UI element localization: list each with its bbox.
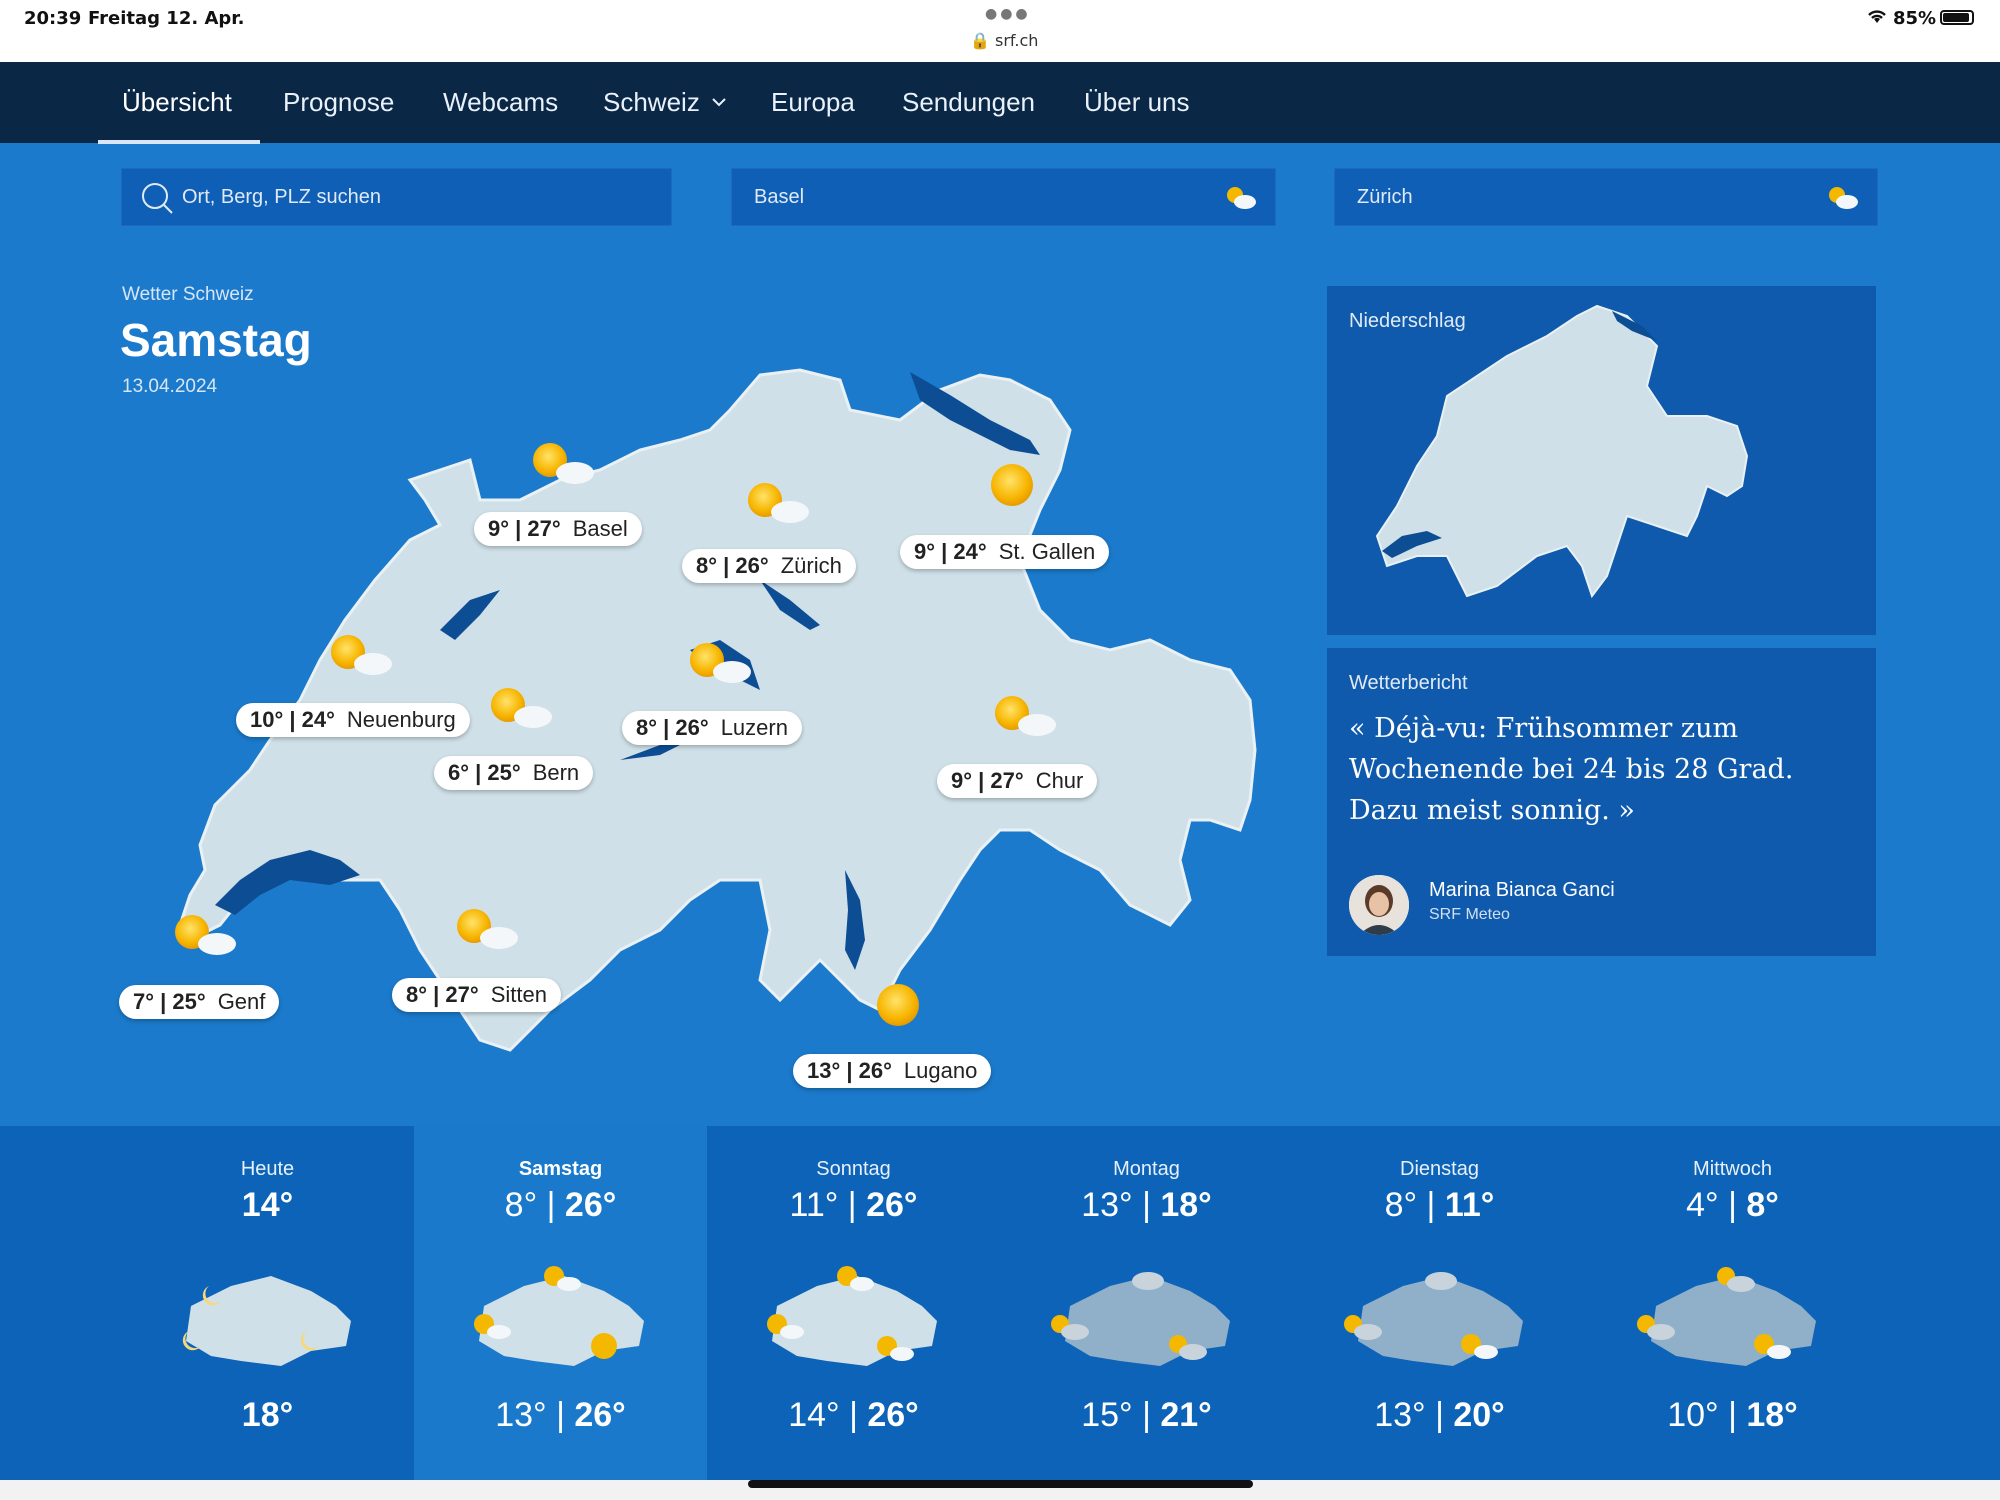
- weather-icon-st-gallen: [991, 464, 1033, 506]
- day-temp-top: 14°: [121, 1186, 414, 1225]
- report-quote[interactable]: « Déjà-vu: Frühsommer zum Wochenende bei…: [1349, 708, 1869, 831]
- city-name: Basel: [572, 516, 628, 541]
- temp-max: 11°: [1444, 1186, 1495, 1224]
- day-temp-bottom: 14° | 26°: [707, 1396, 1000, 1435]
- precip-country-shape: [1375, 304, 1749, 599]
- daily-forecast-strip: Heute 14° 18° Samstag 8° | 26° 13° | 26°…: [0, 1126, 2000, 1480]
- day-map-sonntag: [767, 1266, 937, 1366]
- city-label-neuenburg[interactable]: 10° | 24° Neuenburg: [236, 703, 470, 737]
- sun-icon: [591, 1333, 617, 1359]
- day-temp-bottom: 13° | 20°: [1293, 1396, 1586, 1435]
- cloud-rain-icon: [1425, 1272, 1457, 1290]
- city-label-bern[interactable]: 6° | 25° Bern: [434, 756, 594, 790]
- city-label-zuerich[interactable]: 8° | 26° Zürich: [682, 549, 856, 583]
- day-map-dienstag: [1344, 1272, 1523, 1366]
- temp-max: 26°: [866, 1186, 918, 1224]
- city-label-lugano[interactable]: 13° | 26° Lugano: [793, 1054, 992, 1088]
- city-label-luzern[interactable]: 8° | 26° Luzern: [622, 711, 802, 745]
- city-temps: 8° | 26°: [696, 553, 769, 578]
- day-tile-mittwoch[interactable]: Mittwoch 4° | 8° 10° | 18°: [1586, 1126, 1879, 1480]
- day-tile-samstag[interactable]: Samstag 8° | 26° 13° | 26°: [414, 1126, 707, 1480]
- city-label-st-gallen[interactable]: 9° | 24° St. Gallen: [900, 535, 1110, 569]
- day-temp-top: 8° | 26°: [414, 1186, 707, 1225]
- temp-min: 4° |: [1686, 1186, 1747, 1224]
- city-label-sitten[interactable]: 8° | 27° Sitten: [392, 978, 561, 1012]
- temp-max: 20°: [1453, 1396, 1505, 1434]
- temp-min: 15° |: [1081, 1396, 1161, 1434]
- day-map-samstag: [474, 1266, 644, 1366]
- city-temps: 13° | 26°: [807, 1058, 892, 1083]
- day-name: Dienstag: [1400, 1158, 1479, 1180]
- precipitation-map: [1375, 304, 1749, 599]
- city-label-chur[interactable]: 9° | 27° Chur: [937, 764, 1098, 798]
- city-temps: 9° | 27°: [488, 516, 561, 541]
- day-name: Montag: [1113, 1158, 1180, 1180]
- temp-max: 14°: [241, 1186, 294, 1224]
- day-temp-top: 8° | 11°: [1293, 1186, 1586, 1225]
- weather-icon-basel: [533, 443, 594, 484]
- cloud-rain-icon: [1132, 1272, 1164, 1290]
- city-name: Sitten: [490, 982, 547, 1007]
- temp-max: 26°: [574, 1396, 626, 1434]
- day-tile-heute[interactable]: Heute 14° 18°: [121, 1126, 414, 1480]
- day-tile-sonntag[interactable]: Sonntag 11° | 26° 14° | 26°: [707, 1126, 1000, 1480]
- city-temps: 8° | 27°: [406, 982, 479, 1007]
- day-name: Heute: [240, 1158, 295, 1180]
- city-temps: 8° | 26°: [636, 715, 709, 740]
- city-name: Zürich: [780, 553, 842, 578]
- day-name: Samstag: [518, 1158, 603, 1180]
- day-temp-bottom: 13° | 26°: [414, 1396, 707, 1435]
- day-name: Sonntag: [816, 1158, 891, 1180]
- city-temps: 9° | 24°: [914, 539, 987, 564]
- day-tile-montag[interactable]: Montag 13° | 18° 15° | 21°: [1000, 1126, 1293, 1480]
- weather-icon-lugano: [877, 984, 919, 1026]
- city-name: Lugano: [903, 1058, 978, 1083]
- temp-max: 26°: [867, 1396, 919, 1434]
- weather-report-card[interactable]: Wetterbericht « Déjà-vu: Frühsommer zum …: [1327, 648, 1876, 956]
- city-name: Chur: [1035, 768, 1084, 793]
- temp-min: 14° |: [788, 1396, 868, 1434]
- precipitation-card[interactable]: Niederschlag: [1327, 286, 1876, 635]
- temp-min: 13° |: [1081, 1186, 1161, 1224]
- day-temp-bottom: 15° | 21°: [1000, 1396, 1293, 1435]
- day-temp-top: 4° | 8°: [1586, 1186, 1879, 1225]
- city-name: Genf: [217, 989, 266, 1014]
- day-temp-bottom: 18°: [121, 1396, 414, 1435]
- day-temp-bottom: 10° | 18°: [1586, 1396, 1879, 1435]
- author-name: Marina Bianca Ganci: [1429, 879, 1615, 901]
- temp-min: 8° |: [504, 1186, 565, 1224]
- temp-min: 13° |: [1374, 1396, 1454, 1434]
- day-tile-dienstag[interactable]: Dienstag 8° | 11° 13° | 20°: [1293, 1126, 1586, 1480]
- city-temps: 7° | 25°: [133, 989, 206, 1014]
- home-indicator[interactable]: [748, 1480, 1253, 1488]
- temp-max: 18°: [1746, 1396, 1798, 1434]
- city-temps: 6° | 25°: [448, 760, 521, 785]
- city-name: Neuenburg: [346, 707, 456, 732]
- report-label: Wetterbericht: [1349, 672, 1468, 694]
- city-temps: 9° | 27°: [951, 768, 1024, 793]
- temp-min: 11° |: [789, 1186, 867, 1224]
- author-avatar: [1349, 875, 1409, 935]
- city-label-genf[interactable]: 7° | 25° Genf: [119, 985, 280, 1019]
- day-map-mittwoch: [1637, 1267, 1816, 1366]
- day-map-montag: [1051, 1272, 1230, 1366]
- city-name: Bern: [532, 760, 580, 785]
- day-name: Mittwoch: [1693, 1158, 1772, 1180]
- day-temp-top: 11° | 26°: [707, 1186, 1000, 1225]
- city-name: St. Gallen: [998, 539, 1096, 564]
- temp-min: 10° |: [1667, 1396, 1747, 1434]
- temp-max: 26°: [564, 1186, 617, 1224]
- temp-max: 18°: [241, 1396, 294, 1434]
- temp-min: 8° |: [1384, 1186, 1445, 1224]
- author-organization: SRF Meteo: [1429, 906, 1510, 923]
- city-temps: 10° | 24°: [250, 707, 335, 732]
- temp-max: 21°: [1160, 1396, 1212, 1434]
- temp-min: 13° |: [495, 1396, 575, 1434]
- day-map-heute: [182, 1276, 351, 1366]
- temp-max: 18°: [1160, 1186, 1212, 1224]
- day-temp-top: 13° | 18°: [1000, 1186, 1293, 1225]
- temp-max: 8°: [1746, 1186, 1779, 1224]
- city-name: Luzern: [720, 715, 788, 740]
- city-label-basel[interactable]: 9° | 27° Basel: [474, 512, 642, 546]
